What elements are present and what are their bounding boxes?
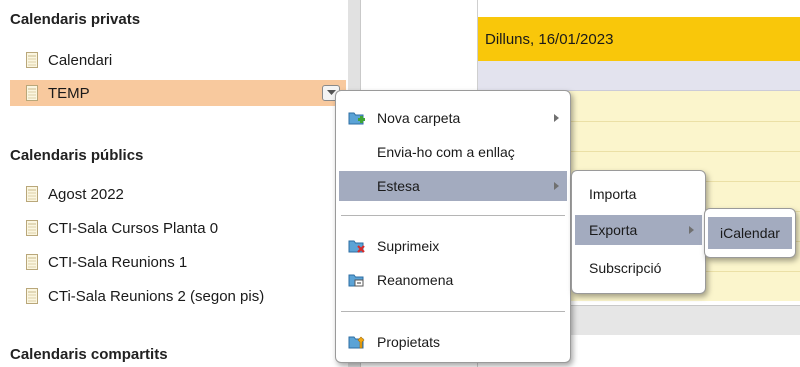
calendar-file-icon <box>26 288 38 304</box>
calendar-item-temp[interactable]: TEMP <box>10 80 346 106</box>
calendar-item-label: CTI-Sala Reunions 1 <box>48 253 188 271</box>
public-calendars-heading: Calendaris públics <box>10 147 144 164</box>
new-folder-icon <box>348 112 365 125</box>
menu-item-importa[interactable]: Importa <box>575 179 702 209</box>
submenu-arrow-icon <box>689 226 694 234</box>
calendar-item-label: TEMP <box>48 84 90 102</box>
calendar-item-label: Calendari <box>48 51 113 69</box>
menu-item-icalendar[interactable]: iCalendar <box>708 217 792 249</box>
exporta-submenu: iCalendar <box>704 208 796 258</box>
menu-item-envia-enllac[interactable]: Envia-ho com a enllaç <box>339 137 567 167</box>
submenu-arrow-icon <box>554 182 559 190</box>
menu-item-label: Envia-ho com a enllaç <box>377 144 515 160</box>
calendar-file-icon <box>26 220 38 236</box>
calendar-item-calendari[interactable]: Calendari <box>10 47 346 73</box>
menu-item-nova-carpeta[interactable]: Nova carpeta <box>339 103 567 133</box>
menu-item-estesa[interactable]: Estesa <box>339 171 567 201</box>
menu-item-reanomena[interactable]: Reanomena <box>339 265 567 295</box>
menu-item-subscripcio[interactable]: Subscripció <box>575 253 702 283</box>
menu-item-label: Estesa <box>377 178 420 194</box>
calendar-item-label: CTI-Sala Cursos Planta 0 <box>48 219 219 237</box>
calendar-file-icon <box>26 85 38 101</box>
day-header: Dilluns, 16/01/2023 <box>478 17 800 61</box>
calendar-context-menu: Nova carpeta Envia-ho com a enllaç Estes… <box>335 90 571 363</box>
private-calendars-heading: Calendaris privats <box>10 11 141 28</box>
menu-item-label: iCalendar <box>720 225 780 241</box>
calendar-item-label: CTi-Sala Reunions 2 (segon pis) <box>48 287 265 305</box>
menu-separator <box>341 311 565 312</box>
menu-item-propietats[interactable]: Propietats <box>339 327 567 357</box>
menu-item-label: Exporta <box>589 222 638 238</box>
menu-item-label: Suprimeix <box>377 238 440 254</box>
calendar-file-icon <box>26 254 38 270</box>
menu-item-label: Reanomena <box>377 272 454 288</box>
menu-item-label: Subscripció <box>589 260 662 276</box>
submenu-arrow-icon <box>554 114 559 122</box>
calendar-sidebar: Calendaris privats Calendari TEMP Calend… <box>0 0 348 367</box>
shared-calendars-heading: Calendaris compartits <box>10 346 168 363</box>
menu-item-label: Propietats <box>377 334 441 350</box>
calendar-item-label: Agost 2022 <box>48 185 124 203</box>
calendar-item-sala-reunions-2[interactable]: CTi-Sala Reunions 2 (segon pis) <box>10 283 346 309</box>
rename-icon <box>348 274 364 287</box>
calendar-item-agost-2022[interactable]: Agost 2022 <box>10 181 346 207</box>
menu-separator <box>341 215 565 216</box>
calendar-file-icon <box>26 186 38 202</box>
menu-item-label: Nova carpeta <box>377 110 461 126</box>
menu-item-label: Importa <box>589 186 637 202</box>
estesa-submenu: Importa Exporta Subscripció <box>571 170 706 294</box>
all-day-row[interactable] <box>478 61 800 91</box>
delete-folder-icon <box>348 240 365 253</box>
calendar-item-sala-cursos[interactable]: CTI-Sala Cursos Planta 0 <box>10 215 346 241</box>
calendar-file-icon <box>26 52 38 68</box>
calendar-item-sala-reunions-1[interactable]: CTI-Sala Reunions 1 <box>10 249 346 275</box>
menu-item-suprimeix[interactable]: Suprimeix <box>339 231 567 261</box>
properties-icon <box>348 336 365 349</box>
menu-item-exporta[interactable]: Exporta <box>575 215 702 245</box>
